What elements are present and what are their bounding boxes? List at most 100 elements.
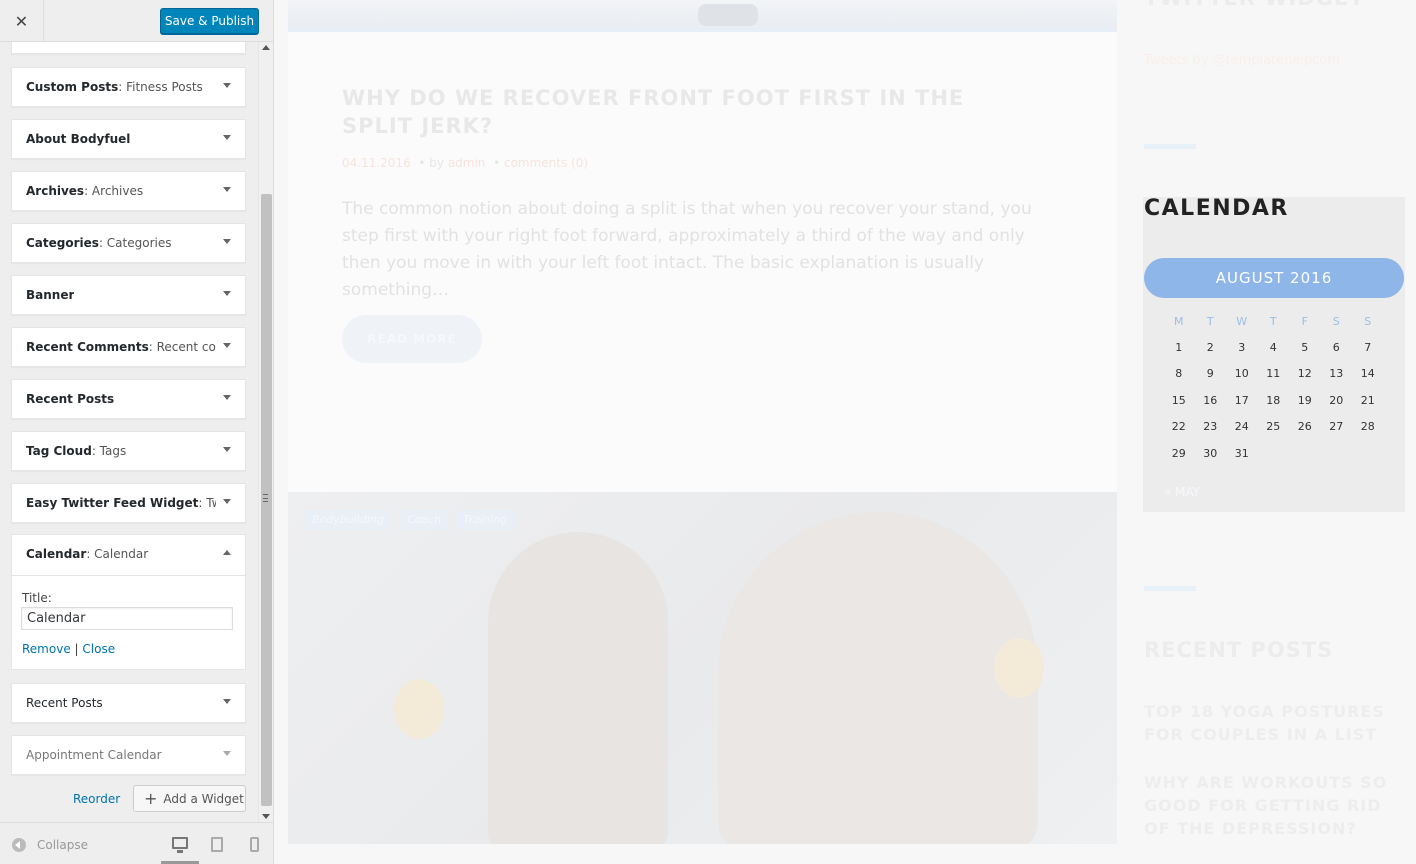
collapse-icon[interactable] — [12, 838, 26, 852]
calendar-day: 10 — [1234, 367, 1249, 381]
widget-partial-top[interactable] — [11, 42, 246, 54]
collapse-label[interactable]: Collapse — [37, 838, 88, 852]
expand-arrow-icon[interactable] — [223, 699, 231, 704]
expand-arrow-icon[interactable] — [223, 447, 231, 452]
widget-instance: : Calendar — [86, 547, 149, 561]
widget-recent-posts-2[interactable]: Recent Posts — [11, 683, 246, 723]
widget-name: Tag Cloud — [26, 444, 92, 458]
weekday: M — [1174, 314, 1184, 328]
man-figure — [718, 512, 1038, 844]
week-row: 22 23 24 25 26 27 28 — [1163, 414, 1384, 441]
save-publish-button[interactable]: Save & Publish — [160, 8, 259, 34]
sidebar-scrollbar[interactable] — [258, 42, 273, 822]
week-row: 15 16 17 18 19 20 21 — [1163, 387, 1384, 414]
post-title[interactable]: WHY DO WE RECOVER FRONT FOOT FIRST IN TH… — [342, 84, 1042, 140]
widget-recent-posts[interactable]: Recent Posts — [11, 379, 246, 419]
add-widget-button[interactable]: + Add a Widget — [133, 785, 246, 812]
expand-arrow-icon[interactable] — [223, 751, 231, 756]
post-author[interactable]: admin — [448, 156, 486, 170]
expand-arrow-icon[interactable] — [223, 83, 231, 88]
widget-header[interactable]: Calendar: Calendar — [26, 547, 148, 561]
calendar-day: 2 — [1206, 340, 1214, 354]
collapse-arrow-icon[interactable] — [223, 550, 231, 555]
calendar-day: 21 — [1360, 393, 1375, 407]
widget-instance: : Categories — [98, 236, 172, 250]
calendar-day: 19 — [1297, 393, 1312, 407]
add-widget-label: Add a Widget — [163, 791, 244, 806]
recent-post-link[interactable]: TOP 18 YOGA POSTURES FOR COUPLES IN A LI… — [1144, 700, 1414, 746]
calendar-day: 12 — [1297, 367, 1312, 381]
weekday: W — [1236, 314, 1248, 328]
widget-instance: : Twi... — [198, 496, 216, 510]
widget-archives[interactable]: Archives: Archives — [11, 171, 246, 211]
post-comments[interactable]: comments (0) — [504, 156, 588, 170]
desktop-preview-icon[interactable] — [172, 837, 188, 853]
customizer-header: ✕ Save & Publish — [0, 0, 273, 42]
calendar-day: 25 — [1266, 420, 1281, 434]
widget-easy-twitter-feed[interactable]: Easy Twitter Feed Widget: Twi... — [11, 483, 246, 523]
calendar-day: 14 — [1360, 367, 1375, 381]
tag-bodybuilding[interactable]: Bodybuilding — [306, 510, 390, 530]
widget-recent-comments[interactable]: Recent Comments: Recent co... — [11, 327, 246, 367]
tag-training[interactable]: Training — [457, 510, 514, 530]
widget-name: Banner — [26, 288, 75, 302]
widget-banner[interactable]: Banner — [11, 275, 246, 315]
expand-arrow-icon[interactable] — [223, 239, 231, 244]
widget-tag-cloud[interactable]: Tag Cloud: Tags — [11, 431, 246, 471]
widget-categories[interactable]: Categories: Categories — [11, 223, 246, 263]
calendar-day: 27 — [1329, 420, 1344, 434]
widget-name: Categories — [26, 236, 99, 250]
widget-instance: : Tags — [91, 444, 127, 458]
mobile-preview-icon[interactable] — [250, 837, 259, 852]
calendar-prev-link[interactable]: « MAY — [1164, 485, 1200, 499]
post-by: by — [429, 156, 444, 170]
tweets-by-link[interactable]: Tweets by @templatehelpcom — [1144, 53, 1340, 68]
calendar-day: 22 — [1171, 420, 1186, 434]
divider — [12, 575, 245, 576]
close-link[interactable]: Close — [82, 642, 115, 656]
widget-custom-posts[interactable]: Custom Posts: Fitness Posts — [11, 67, 246, 107]
customizer-sidebar: ✕ Save & Publish Custom Posts: Fitness P… — [0, 0, 274, 864]
preview-sidebar: TWITTER WIDGET Tweets by @templatehelpco… — [1117, 0, 1416, 864]
weekday: T — [1269, 314, 1277, 328]
expand-arrow-icon[interactable] — [223, 135, 231, 140]
title-input[interactable] — [21, 607, 233, 630]
tablet-preview-icon[interactable] — [211, 837, 223, 852]
calendar-day: 26 — [1297, 420, 1312, 434]
woman-figure — [488, 532, 668, 844]
close-icon: ✕ — [14, 11, 29, 31]
widget-divider — [1144, 586, 1196, 591]
scroll-up-arrow-icon[interactable] — [262, 45, 270, 50]
scroll-down-arrow-icon[interactable] — [262, 814, 270, 819]
reorder-link[interactable]: Reorder — [73, 792, 120, 806]
calendar-day: 5 — [1301, 340, 1309, 354]
expand-arrow-icon[interactable] — [223, 395, 231, 400]
expand-arrow-icon[interactable] — [223, 343, 231, 348]
widget-instance: : Archives — [84, 184, 144, 198]
calendar-day: 1 — [1175, 340, 1183, 354]
recent-post-link[interactable]: WHY ARE WORKOUTS SO GOOD FOR GETTING RID… — [1144, 771, 1414, 840]
dumbbell-right — [994, 638, 1044, 698]
week-row: 8 9 10 11 12 13 14 — [1163, 361, 1384, 388]
read-more-button[interactable]: READ MORE — [342, 315, 482, 363]
calendar-day: 23 — [1203, 420, 1218, 434]
calendar-day — [1289, 440, 1321, 467]
widget-divider — [1144, 144, 1196, 149]
calendar-day — [1352, 440, 1384, 467]
calendar-title: CALENDAR — [1144, 196, 1289, 221]
expand-arrow-icon[interactable] — [223, 499, 231, 504]
weekday: T — [1206, 314, 1214, 328]
expand-arrow-icon[interactable] — [223, 187, 231, 192]
tag-coach[interactable]: Coach — [401, 510, 448, 530]
fitness-couple-image: Bodybuilding Coach Training — [288, 492, 1117, 844]
week-row: 29 30 31 — [1163, 440, 1384, 467]
calendar-widget: CALENDAR AUGUST 2016 M T W T F S S 1 2 3… — [1143, 196, 1405, 512]
expand-arrow-icon[interactable] — [223, 291, 231, 296]
calendar-day: 30 — [1203, 446, 1218, 460]
widget-name: Appointment Calendar — [26, 748, 162, 762]
remove-link[interactable]: Remove — [22, 642, 71, 656]
widget-about-bodyfuel[interactable]: About Bodyfuel — [11, 119, 246, 159]
widget-appointment-calendar[interactable]: Appointment Calendar — [11, 735, 246, 775]
title-field-label: Title: — [22, 591, 52, 605]
close-customizer-button[interactable]: ✕ — [0, 0, 44, 42]
